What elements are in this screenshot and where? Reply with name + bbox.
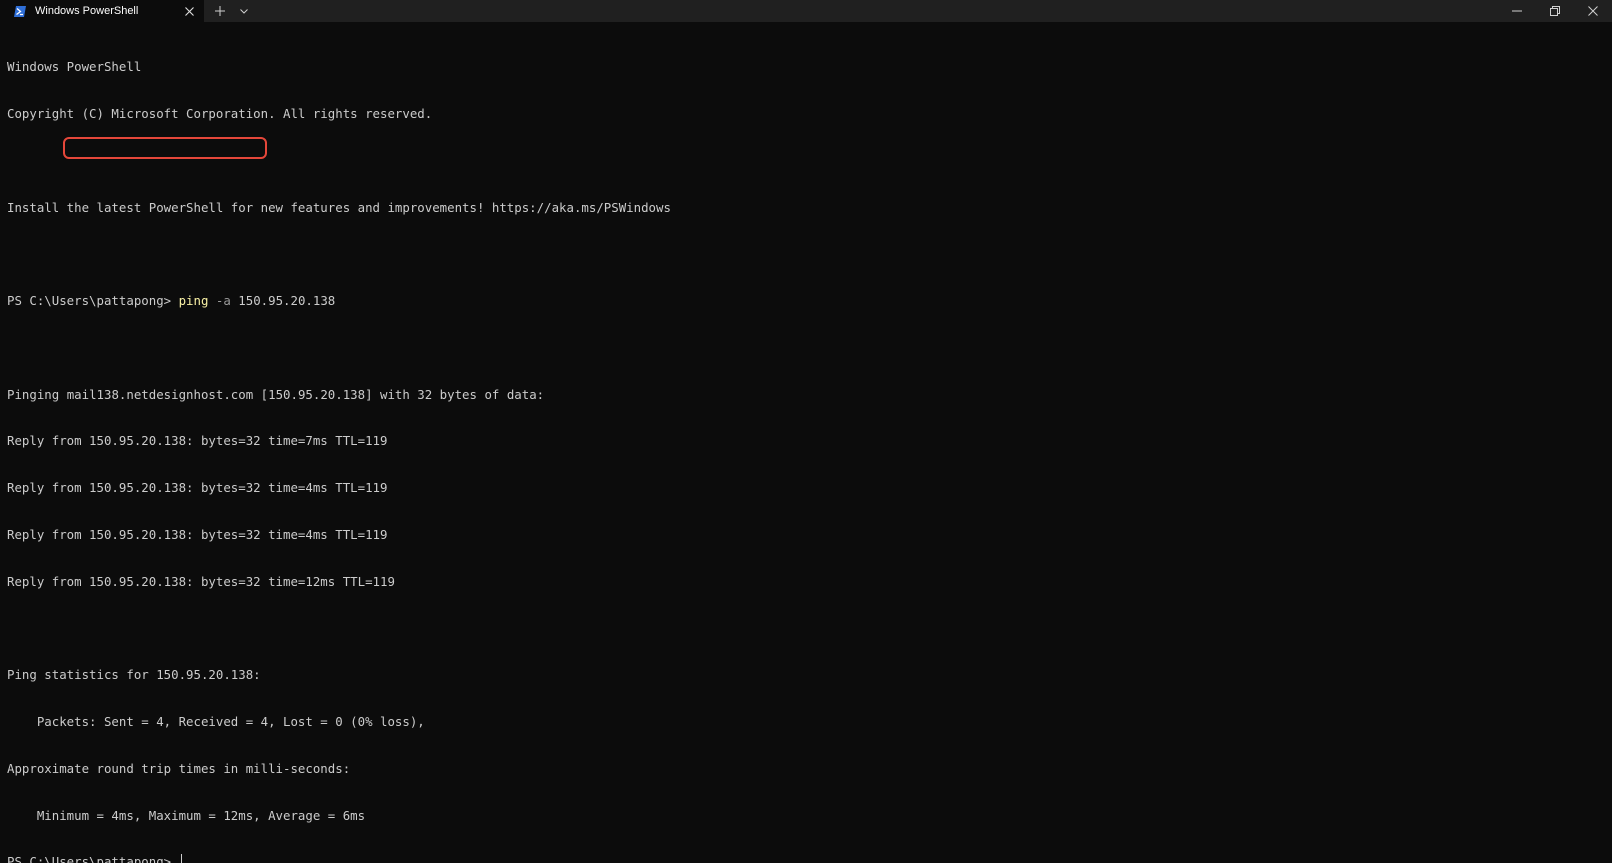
stats-packets: Packets: Sent = 4, Received = 4, Lost = … <box>7 714 425 730</box>
tab-dropdown-button[interactable] <box>232 0 256 22</box>
minimize-button[interactable] <box>1498 0 1536 22</box>
reply-line: Reply from 150.95.20.138: bytes=32 time=… <box>7 433 388 449</box>
pinging-line: Pinging mail138.netdesignhost.com [150.9… <box>7 387 1607 403</box>
resolved-hostname: mail138.netdesignhost.com <box>66 386 254 402</box>
prompt: PS C:\Users\pattapong> <box>7 293 179 309</box>
powershell-icon <box>14 5 26 17</box>
rtt-values: Minimum = 4ms, Maximum = 12ms, Average =… <box>7 807 366 823</box>
command-name: ping <box>178 293 209 309</box>
final-prompt-line[interactable]: PS C:\Users\pattapong> <box>7 854 1607 863</box>
tab-windows-powershell[interactable]: Windows PowerShell <box>0 0 204 22</box>
rtt-header: Approximate round trip times in milli-se… <box>7 760 351 776</box>
text-cursor <box>180 854 182 863</box>
command-line: PS C:\Users\pattapong> ping -a 150.95.20… <box>7 293 1607 309</box>
title-bar: Windows PowerShell <box>0 0 1612 22</box>
reply-line: Reply from 150.95.20.138: bytes=32 time=… <box>7 527 388 542</box>
minimize-icon <box>1512 10 1522 12</box>
pinging-prefix: Pinging <box>7 386 67 402</box>
restore-icon <box>1550 6 1560 16</box>
plus-icon <box>215 6 225 16</box>
final-prompt: PS C:\Users\pattapong> <box>7 854 179 863</box>
chevron-down-icon <box>240 8 248 14</box>
tab-close-icon[interactable] <box>182 4 196 18</box>
stats-header: Ping statistics for 150.95.20.138: <box>7 667 261 683</box>
close-icon <box>1588 6 1598 16</box>
close-button[interactable] <box>1574 0 1612 22</box>
banner-line-1: Windows PowerShell <box>7 59 142 75</box>
new-tab-button[interactable] <box>208 0 232 22</box>
command-param: -a <box>215 293 231 309</box>
command-argument: 150.95.20.138 <box>238 293 336 309</box>
hostname-highlight-box <box>63 137 267 159</box>
restore-button[interactable] <box>1536 0 1574 22</box>
reply-line: Reply from 150.95.20.138: bytes=32 time=… <box>7 573 395 589</box>
pinging-suffix: [150.95.20.138] with 32 bytes of data: <box>253 386 545 402</box>
title-bar-drag-area[interactable] <box>256 0 1498 22</box>
install-note: Install the latest PowerShell for new fe… <box>7 199 671 215</box>
banner-line-2: Copyright (C) Microsoft Corporation. All… <box>7 105 433 121</box>
reply-line: Reply from 150.95.20.138: bytes=32 time=… <box>7 480 388 496</box>
tab-title: Windows PowerShell <box>35 5 139 17</box>
